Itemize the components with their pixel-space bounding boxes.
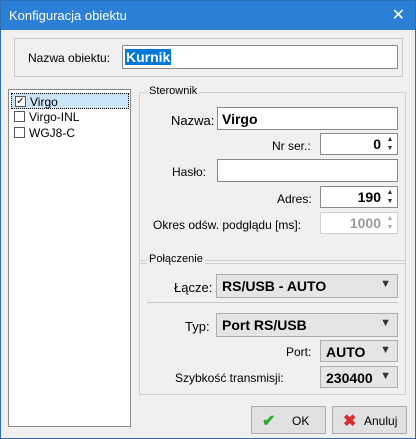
serial-value: 0	[373, 136, 381, 152]
close-icon[interactable]: ✕	[392, 5, 405, 25]
speed-label: Szybkość transmisji:	[175, 371, 284, 385]
checkbox-virgo[interactable]: ✓	[15, 96, 26, 107]
controller-list[interactable]: ✓ Virgo Virgo-INL WGJ8-C	[8, 89, 131, 427]
password-input[interactable]	[217, 159, 398, 182]
ok-button[interactable]: ✔ OK	[251, 406, 326, 434]
port-label: Port:	[286, 345, 312, 359]
object-name-label: Nazwa obiektu:	[28, 51, 111, 65]
controller-group: Sterownik Nazwa: Virgo Nr ser.: 0 ▲ ▼ Has…	[139, 85, 406, 264]
spin-arrows-icon[interactable]: ▲ ▼	[384, 135, 396, 153]
spin-arrows-icon: ▲ ▼	[386, 215, 394, 231]
title-bar[interactable]: Konfiguracja obiektu ✕	[1, 1, 415, 30]
port-dropdown[interactable]: AUTO ▼	[320, 340, 398, 362]
controller-name-label: Nazwa:	[171, 113, 215, 128]
type-label: Typ:	[185, 319, 210, 334]
list-item-label: Virgo	[30, 95, 58, 109]
type-dropdown[interactable]: Port RS/USB ▼	[216, 313, 398, 337]
address-label: Adres:	[277, 192, 312, 206]
refresh-value: 1000	[349, 215, 381, 231]
cross-icon: ✖	[343, 413, 357, 430]
type-value: Port RS/USB	[222, 317, 307, 333]
list-item-wgj8c[interactable]: WGJ8-C	[11, 125, 129, 141]
connection-legend: Połączenie	[147, 253, 205, 265]
address-value: 190	[357, 189, 381, 205]
spin-arrows-icon[interactable]: ▲ ▼	[384, 188, 396, 206]
list-item-label: Virgo-INL	[29, 110, 80, 124]
controller-legend: Sterownik	[147, 85, 200, 97]
cancel-label: Anuluj	[364, 414, 398, 428]
checkbox-wgj8c[interactable]	[14, 127, 25, 138]
address-spin[interactable]: 190 ▲ ▼	[320, 186, 398, 208]
speed-value: 230400	[326, 370, 373, 386]
dialog-body: Nazwa obiektu: Kurnik ✓ Virgo Virgo-INL …	[1, 30, 415, 438]
dialog-window: Konfiguracja obiektu ✕ Nazwa obiektu: Ku…	[0, 0, 416, 439]
password-label: Hasło:	[172, 165, 207, 179]
refresh-label: Okres odśw. podglądu [ms]:	[153, 218, 302, 232]
divider	[147, 302, 398, 303]
object-name-value: Kurnik	[125, 49, 172, 65]
object-name-input[interactable]: Kurnik	[122, 45, 398, 69]
refresh-spin: 1000 ▲ ▼	[320, 212, 398, 234]
serial-label: Nr ser.:	[272, 139, 311, 153]
controller-name-value: Virgo	[222, 111, 258, 127]
chevron-down-icon: ▼	[380, 317, 391, 329]
chevron-down-icon: ▼	[380, 344, 391, 356]
link-value: RS/USB - AUTO	[222, 278, 327, 294]
controller-name-input[interactable]: Virgo	[217, 107, 398, 130]
list-item-virgo[interactable]: ✓ Virgo	[11, 93, 129, 109]
link-label: Łącze:	[174, 280, 213, 295]
cancel-button[interactable]: ✖ Anuluj	[332, 406, 407, 434]
checkbox-virgo-inl[interactable]	[14, 111, 25, 122]
object-name-box: Nazwa obiektu: Kurnik	[14, 38, 403, 77]
serial-spin[interactable]: 0 ▲ ▼	[320, 133, 398, 155]
connection-group: Połączenie Łącze: RS/USB - AUTO ▼ Typ: P…	[139, 253, 406, 395]
checkmark-icon: ✔	[262, 413, 276, 430]
list-item-virgo-inl[interactable]: Virgo-INL	[11, 109, 129, 125]
port-value: AUTO	[326, 344, 366, 360]
list-item-label: WGJ8-C	[29, 126, 75, 140]
link-dropdown[interactable]: RS/USB - AUTO ▼	[216, 274, 398, 298]
ok-label: OK	[292, 414, 310, 428]
chevron-down-icon: ▼	[380, 370, 391, 382]
speed-dropdown[interactable]: 230400 ▼	[320, 366, 398, 388]
window-title: Konfiguracja obiektu	[9, 8, 127, 23]
chevron-down-icon: ▼	[380, 278, 391, 290]
